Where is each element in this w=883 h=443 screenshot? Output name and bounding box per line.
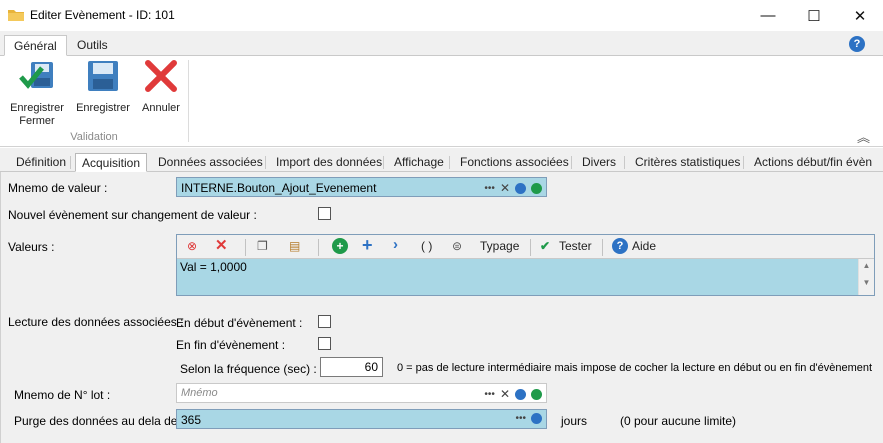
tab-acquisition[interactable]: Acquisition [75, 153, 148, 172]
toolbar-divider [530, 239, 531, 256]
tab-divider [383, 156, 384, 169]
purge-field[interactable]: 365 ••• [176, 409, 547, 429]
tab-import-donnees[interactable]: Import des données [270, 153, 388, 172]
tab-general[interactable]: Général [4, 35, 67, 56]
more-icon[interactable]: ••• [484, 389, 495, 400]
frequence-label: Selon la fréquence (sec) : [180, 362, 317, 376]
save-close-icon [19, 62, 53, 89]
nouvel-evenement-label: Nouvel évènement sur changement de valeu… [8, 208, 257, 222]
tab-fonctions-associees[interactable]: Fonctions associées [454, 153, 575, 172]
chevron-up-icon[interactable]: ︽ [857, 127, 870, 146]
tab-divider [70, 156, 71, 169]
save-close-button[interactable]: Enregistrer Fermer [7, 58, 67, 128]
ribbon-group-divider [188, 60, 189, 142]
tab-actions-debut-fin[interactable]: Actions début/fin évèn [748, 153, 878, 172]
add-circle-icon[interactable]: + [332, 238, 348, 254]
paste-icon[interactable]: ▤ [289, 239, 300, 253]
help-circle-icon: ? [612, 238, 628, 254]
tab-divider [743, 156, 744, 169]
tab-criteres-statistiques[interactable]: Critères statistiques [629, 153, 746, 172]
navigate-icon[interactable] [531, 413, 542, 424]
fin-label: En fin d'évènement : [176, 338, 286, 352]
purge-unit: jours [561, 414, 588, 428]
cancel-label: Annuler [142, 102, 180, 114]
section-tab-strip: Définition Acquisition Données associées… [0, 148, 883, 172]
tab-divers[interactable]: Divers [576, 153, 622, 172]
tab-divider [449, 156, 450, 169]
clear-icon[interactable]: ✕ [500, 181, 510, 195]
tab-divider [265, 156, 266, 169]
valeurs-scrollbar[interactable]: ▲ ▼ [858, 259, 874, 295]
save-icon [88, 61, 118, 91]
copy-icon[interactable]: ❐ [257, 239, 268, 253]
purge-label: Purge des données au dela de : [14, 414, 185, 428]
folder-icon [8, 10, 24, 21]
typage-icon: ⊜ [452, 239, 463, 253]
lot-placeholder: Mnémo [181, 387, 218, 399]
cancel-x-icon [145, 60, 177, 92]
add-icon[interactable] [531, 388, 542, 400]
frequence-input[interactable]: 60 [320, 357, 383, 377]
delete-all-icon[interactable]: ⊗ [187, 239, 197, 253]
lot-label: Mnemo de N° lot : [14, 388, 111, 402]
tester-button[interactable]: Tester [559, 239, 592, 253]
mnemo-label: Mnemo de valeur : [8, 181, 108, 195]
valeurs-editor[interactable]: ⊗ ✕ ❐ ▤ + + › ( ) ⊜ Typage ✔ Tester ? Ai… [176, 234, 875, 296]
add-icon[interactable] [531, 182, 542, 194]
toolbar-divider [318, 239, 319, 256]
debut-label: En début d'évènement : [176, 316, 303, 330]
valeurs-label: Valeurs : [8, 240, 55, 254]
window-title: Editer Evènement - ID: 101 [30, 8, 175, 22]
tab-divider [571, 156, 572, 169]
cancel-button[interactable]: Annuler [137, 58, 185, 115]
more-icon[interactable]: ••• [515, 413, 526, 424]
nouvel-evenement-checkbox[interactable] [318, 207, 331, 220]
tab-definition[interactable]: Définition [10, 153, 72, 172]
toolbar-divider [602, 239, 603, 256]
typage-button[interactable]: Typage [480, 239, 519, 253]
plus-icon[interactable]: + [362, 235, 373, 256]
toolbar-divider [245, 239, 246, 256]
tab-outils[interactable]: Outils [68, 35, 117, 56]
mnemo-field[interactable]: INTERNE.Bouton_Ajout_Evenement ••• ✕ [176, 177, 547, 197]
chevron-right-icon[interactable]: › [393, 236, 398, 253]
save-label: Enregistrer [76, 102, 130, 114]
fin-checkbox[interactable] [318, 337, 331, 350]
help-icon[interactable]: ? [849, 36, 865, 52]
debut-checkbox[interactable] [318, 315, 331, 328]
valeurs-toolbar: ⊗ ✕ ❐ ▤ + + › ( ) ⊜ Typage ✔ Tester ? Ai… [177, 235, 874, 259]
clear-icon[interactable]: ✕ [500, 387, 510, 401]
maximize-button[interactable]: ☐ [791, 0, 837, 31]
save-close-label: Enregistrer Fermer [10, 102, 64, 127]
lot-field[interactable]: Mnémo ••• ✕ [176, 383, 547, 403]
tab-affichage[interactable]: Affichage [388, 153, 450, 172]
save-button[interactable]: Enregistrer [73, 58, 133, 115]
aide-button[interactable]: Aide [632, 239, 656, 253]
tab-divider [624, 156, 625, 169]
more-icon[interactable]: ••• [484, 183, 495, 194]
valeurs-text: Val = 1,0000 [180, 260, 247, 274]
ribbon-tab-strip: Général Outils [0, 31, 883, 56]
purge-value: 365 [181, 413, 202, 427]
parentheses-button[interactable]: ( ) [421, 239, 432, 253]
navigate-icon[interactable] [515, 182, 526, 194]
title-bar: Editer Evènement - ID: 101 — ☐ ✕ [0, 0, 883, 31]
ribbon-group-label: Validation [70, 131, 118, 143]
mnemo-value: INTERNE.Bouton_Ajout_Evenement [181, 181, 377, 195]
delete-icon[interactable]: ✕ [215, 236, 228, 254]
lecture-label: Lecture des données associées : [8, 315, 184, 329]
close-button[interactable]: ✕ [837, 0, 883, 31]
minimize-button[interactable]: — [745, 0, 791, 31]
frequence-note: 0 = pas de lecture intermédiaire mais im… [397, 362, 873, 374]
tab-donnees-associees[interactable]: Données associées [152, 153, 269, 172]
purge-note: (0 pour aucune limite) [620, 414, 737, 428]
navigate-icon[interactable] [515, 388, 526, 400]
check-icon: ✔ [540, 239, 551, 253]
